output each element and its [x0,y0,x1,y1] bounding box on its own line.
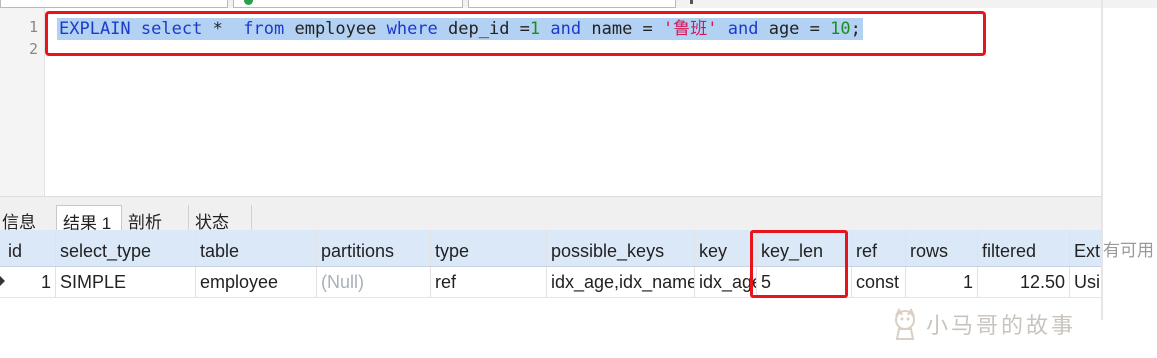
line-number-gutter: 1 2 [0,8,45,196]
tab-profile[interactable]: 剖析 [122,205,184,232]
query-tab-stub-3[interactable] [468,0,676,8]
column-header-filtered[interactable]: filtered [978,230,1070,266]
grid-header: id select_type table partitions type pos… [0,230,1102,267]
cell-key[interactable]: idx_age [695,267,757,297]
cell-extra[interactable]: Usi [1070,267,1102,297]
tab-status[interactable]: 状态 [188,205,252,232]
watermark: 小马哥的故事 [888,307,1076,341]
query-tab-stub-1[interactable] [0,0,228,8]
column-header-partitions[interactable]: partitions [317,230,431,266]
column-header-table[interactable]: table [196,230,317,266]
column-header-type[interactable]: type [431,230,547,266]
line-number: 2 [28,40,38,58]
db-icon [244,0,253,5]
key-len-highlight-box [750,230,848,298]
cell-select-type[interactable]: SIMPLE [56,267,196,297]
column-header-possible-keys[interactable]: possible_keys [547,230,695,266]
column-header-select-type[interactable]: select_type [56,230,196,266]
panel-divider [1101,0,1103,320]
column-header-rows[interactable]: rows [906,230,978,266]
cell-type[interactable]: ref [431,267,547,297]
table-row[interactable]: 1 SIMPLE employee (Null) ref idx_age,idx… [0,267,1102,298]
result-tabs: 信息 结果 1 剖析 状态 [0,196,1102,233]
column-header-ref[interactable]: ref [852,230,906,266]
cell-ref[interactable]: const [852,267,906,297]
line-number: 1 [28,18,38,36]
tab-info[interactable]: 信息 [0,205,44,232]
toolbar-separator [690,0,693,4]
column-header-id[interactable]: id [4,230,56,266]
cell-possible-keys[interactable]: idx_age,idx_name [547,267,695,297]
side-panel-text: 有可用 [1103,241,1154,260]
column-header-extra[interactable]: Ext [1070,230,1102,266]
tab-result-1[interactable]: 结果 1 [56,205,122,233]
cell-partitions[interactable]: (Null) [317,267,431,297]
cell-rows[interactable]: 1 [906,267,978,297]
cell-id[interactable]: 1 [4,267,56,297]
watermark-logo-icon [895,307,915,340]
cell-table[interactable]: employee [196,267,317,297]
sql-highlight-box [45,11,986,56]
column-header-key[interactable]: key [695,230,757,266]
watermark-text: 小马哥的故事 [926,314,1077,339]
query-tab-stub-2[interactable] [233,0,463,8]
cell-filtered[interactable]: 12.50 [978,267,1070,297]
